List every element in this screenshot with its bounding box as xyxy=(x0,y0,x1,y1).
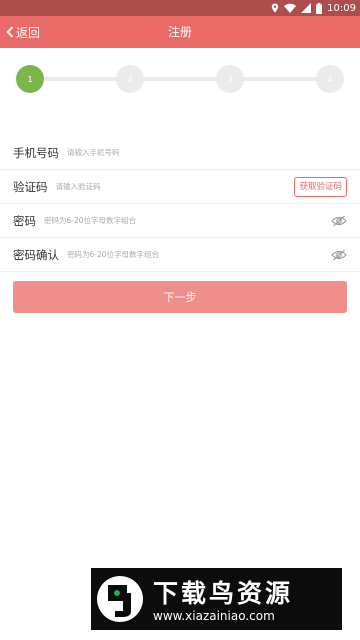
confirm-password-label: 密码确认 xyxy=(13,247,59,262)
phone-input[interactable] xyxy=(67,148,360,157)
status-bar: 10:09 xyxy=(0,0,360,16)
password-input[interactable] xyxy=(44,216,360,225)
confirm-password-input[interactable] xyxy=(67,250,360,259)
status-time: 10:09 xyxy=(327,2,356,14)
step-1: 1 xyxy=(16,65,44,93)
registration-form: 手机号码 验证码 获取验证码 密码 密码确认 xyxy=(0,136,360,272)
chevron-left-icon xyxy=(6,26,14,38)
bird-logo-icon xyxy=(97,576,143,622)
eye-off-icon[interactable] xyxy=(331,249,347,261)
step-2: 2 xyxy=(116,65,144,93)
back-label: 返回 xyxy=(16,25,41,40)
step-3: 3 xyxy=(216,65,244,93)
code-row: 验证码 获取验证码 xyxy=(0,170,360,204)
watermark-url: www.xiazainiao.com xyxy=(153,609,275,623)
signal-icon xyxy=(301,3,312,13)
app-header: 注册 返回 xyxy=(0,16,360,48)
phone-label: 手机号码 xyxy=(13,145,59,160)
wifi-icon xyxy=(284,3,297,13)
confirm-password-row: 密码确认 xyxy=(0,238,360,272)
phone-row: 手机号码 xyxy=(0,136,360,170)
password-row: 密码 xyxy=(0,204,360,238)
code-label: 验证码 xyxy=(13,179,48,194)
stepper-track xyxy=(40,77,320,81)
next-step-button[interactable]: 下一步 xyxy=(13,281,347,313)
step-4: 4 xyxy=(316,65,344,93)
progress-stepper: 1 2 3 4 xyxy=(0,62,360,96)
watermark-title: 下载鸟资源 xyxy=(153,579,294,608)
eye-off-icon[interactable] xyxy=(331,215,347,227)
page-title: 注册 xyxy=(167,25,192,39)
battery-icon xyxy=(316,2,323,14)
back-button[interactable]: 返回 xyxy=(6,16,40,48)
watermark-banner: 下载鸟资源 www.xiazainiao.com xyxy=(91,568,342,630)
status-icons: 10:09 xyxy=(271,1,356,15)
password-label: 密码 xyxy=(13,213,36,228)
get-code-button[interactable]: 获取验证码 xyxy=(294,177,347,197)
location-icon xyxy=(271,3,279,13)
